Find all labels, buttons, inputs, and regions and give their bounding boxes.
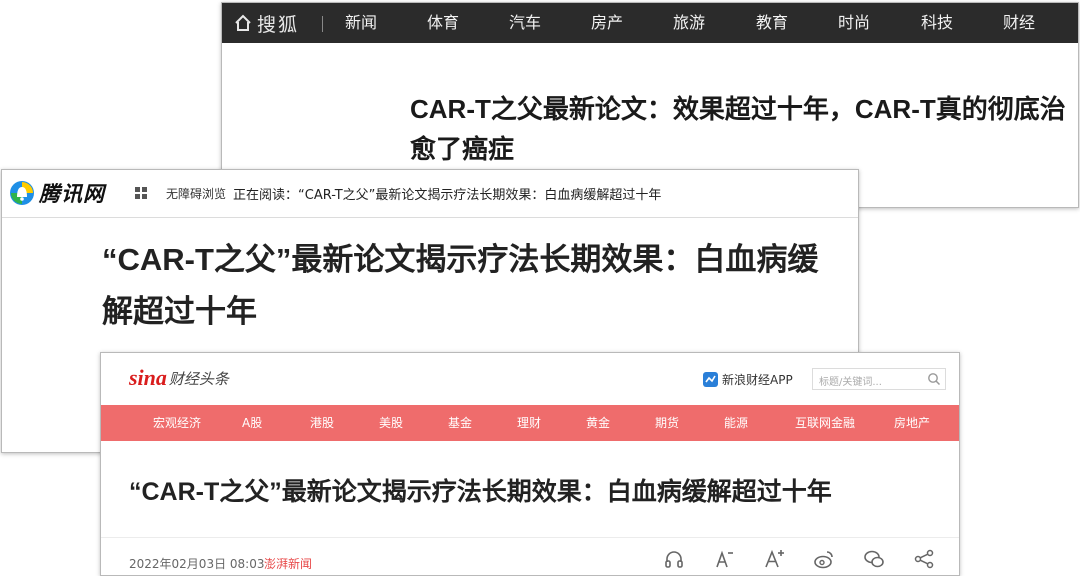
- sina-nav-hk[interactable]: 港股: [310, 405, 334, 441]
- sohu-nav-fashion[interactable]: 时尚: [838, 3, 870, 43]
- now-reading-label: 正在阅读：: [233, 188, 299, 203]
- sina-nav-us[interactable]: 美股: [379, 405, 403, 441]
- sohu-nav-house[interactable]: 房产: [591, 3, 623, 43]
- article-source[interactable]: 澎湃新闻: [264, 555, 312, 572]
- sina-nav-gold[interactable]: 黄金: [586, 405, 610, 441]
- sohu-nav-bar: 搜狐 新闻 体育 汽车 房产 旅游 教育 时尚 科技 财经: [222, 3, 1078, 43]
- sohu-nav-tech[interactable]: 科技: [921, 3, 953, 43]
- sohu-nav-sports[interactable]: 体育: [427, 3, 459, 43]
- sina-nav-fund[interactable]: 基金: [448, 405, 472, 441]
- sina-nav-wealth[interactable]: 理财: [517, 405, 541, 441]
- tencent-logo-text: 腾讯网: [39, 182, 105, 206]
- sohu-logo[interactable]: 搜狐: [234, 3, 299, 43]
- sina-search-box[interactable]: 标题/关键词...: [812, 368, 946, 390]
- app-icon: [703, 372, 718, 387]
- font-increase-icon[interactable]: [763, 548, 785, 570]
- search-icon[interactable]: [927, 372, 941, 386]
- sohu-logo-text: 搜狐: [257, 13, 300, 36]
- sina-logo-wordmark: sina: [129, 365, 167, 390]
- tencent-bell-icon: [10, 181, 34, 205]
- sina-article-window: sina 财经头条 新浪财经APP 标题/关键词... 宏观经济 A股 港股 美…: [100, 352, 960, 576]
- sina-header: sina 财经头条 新浪财经APP 标题/关键词...: [101, 353, 959, 405]
- headphones-icon[interactable]: [663, 548, 685, 570]
- nav-divider: [322, 16, 323, 32]
- now-reading: 正在阅读：“CAR-T之父”最新论文揭示疗法长期效果：白血病缓解超过十年: [233, 184, 661, 203]
- accessibility-link[interactable]: 无障碍浏览: [166, 185, 226, 202]
- sina-nav-futures[interactable]: 期货: [655, 405, 679, 441]
- sohu-nav-auto[interactable]: 汽车: [509, 3, 541, 43]
- sina-meta-bar: 2022年02月03日 08:03 澎湃新闻: [101, 537, 959, 575]
- home-icon: [235, 14, 251, 31]
- app-link-label: 新浪财经APP: [722, 373, 793, 387]
- sina-article-title: “CAR-T之父”最新论文揭示疗法长期效果：白血病缓解超过十年: [129, 478, 832, 506]
- now-reading-title: “CAR-T之父”最新论文揭示疗法长期效果：白血病缓解超过十年: [298, 188, 662, 203]
- sina-logo-text: 财经头条: [168, 370, 229, 388]
- sohu-article-title: CAR-T之父最新论文：效果超过十年，CAR-T真的彻底治愈了癌症: [410, 94, 1066, 164]
- grid-menu-icon[interactable]: [135, 187, 147, 199]
- tencent-article-title: “CAR-T之父”最新论文揭示疗法长期效果：白血病缓解超过十年: [102, 242, 819, 329]
- sina-nav-realestate[interactable]: 房地产: [894, 405, 930, 441]
- tencent-top-bar: 腾讯网 无障碍浏览 正在阅读：“CAR-T之父”最新论文揭示疗法长期效果：白血病…: [2, 170, 858, 218]
- sina-app-link[interactable]: 新浪财经APP: [703, 371, 793, 388]
- sina-logo[interactable]: sina 财经头条: [129, 365, 229, 391]
- publish-date: 2022年02月03日 08:03: [129, 557, 265, 571]
- sina-nav-bar: 宏观经济 A股 港股 美股 基金 理财 黄金 期货 能源 互联网金融 房地产: [101, 405, 959, 441]
- search-placeholder: 标题/关键词...: [819, 377, 882, 388]
- sohu-nav-travel[interactable]: 旅游: [673, 3, 705, 43]
- wechat-icon[interactable]: [863, 548, 885, 570]
- font-decrease-icon[interactable]: [713, 548, 735, 570]
- sina-nav-a-share[interactable]: A股: [242, 405, 262, 441]
- share-icon[interactable]: [913, 548, 935, 570]
- sina-nav-macro[interactable]: 宏观经济: [153, 405, 201, 441]
- tencent-logo[interactable]: 腾讯网: [8, 178, 105, 208]
- sohu-nav-news[interactable]: 新闻: [345, 3, 377, 43]
- weibo-icon[interactable]: [813, 548, 835, 570]
- sina-nav-energy[interactable]: 能源: [724, 405, 748, 441]
- sohu-nav-education[interactable]: 教育: [756, 3, 788, 43]
- sohu-nav-finance[interactable]: 财经: [1003, 3, 1035, 43]
- sina-nav-fintech[interactable]: 互联网金融: [795, 405, 855, 441]
